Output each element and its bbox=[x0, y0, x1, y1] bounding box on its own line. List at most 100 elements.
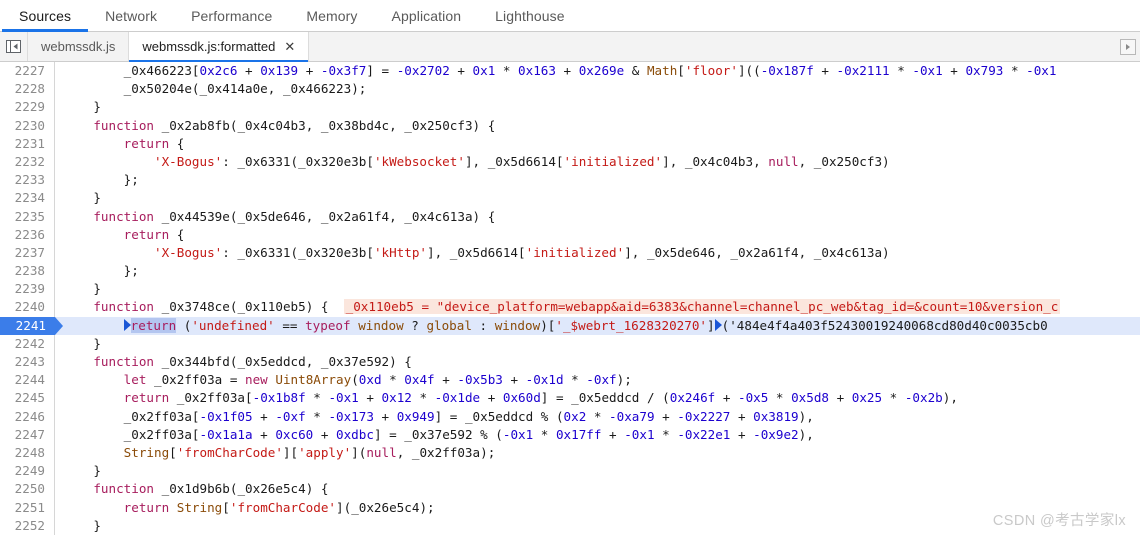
code-line[interactable]: 2230 function _0x2ab8fb(_0x4c04b3, _0x38… bbox=[0, 116, 1140, 135]
code-line-content[interactable]: } bbox=[55, 98, 1140, 116]
code-line[interactable]: 2228 _0x50204e(_0x414a0e, _0x466223); bbox=[0, 80, 1140, 99]
code-line[interactable]: 2231 return { bbox=[0, 134, 1140, 153]
code-line-content[interactable]: _0x2ff03a[-0x1a1a + 0xc60 + 0xdbc] = _0x… bbox=[55, 426, 1140, 444]
line-number[interactable]: 2227 bbox=[0, 62, 55, 81]
file-tab-label: webmssdk.js:formatted bbox=[142, 39, 276, 54]
code-line[interactable]: 2234 } bbox=[0, 189, 1140, 208]
code-line[interactable]: 2249 } bbox=[0, 462, 1140, 481]
panel-tab-application[interactable]: Application bbox=[375, 0, 479, 31]
code-line-content[interactable]: return { bbox=[55, 226, 1140, 244]
code-line-content[interactable]: function _0x344bfd(_0x5eddcd, _0x37e592)… bbox=[55, 353, 1140, 371]
code-line[interactable]: 2236 return { bbox=[0, 225, 1140, 244]
line-number[interactable]: 2240 bbox=[0, 298, 55, 317]
line-number[interactable]: 2249 bbox=[0, 462, 55, 481]
line-number[interactable]: 2237 bbox=[0, 243, 55, 263]
code-line[interactable]: 2233 }; bbox=[0, 171, 1140, 190]
file-tab-overflow[interactable] bbox=[1120, 32, 1138, 61]
code-line[interactable]: 2243 function _0x344bfd(_0x5eddcd, _0x37… bbox=[0, 353, 1140, 372]
line-number[interactable]: 2244 bbox=[0, 371, 55, 390]
code-line-content[interactable]: _0x50204e(_0x414a0e, _0x466223); bbox=[55, 80, 1140, 98]
code-line[interactable]: 2227 _0x466223[0x2c6 + 0x139 + -0x3f7] =… bbox=[0, 62, 1140, 81]
line-number[interactable]: 2235 bbox=[0, 207, 55, 226]
code-line-content[interactable]: _0x2ff03a[-0x1f05 + -0xf * -0x173 + 0x94… bbox=[55, 408, 1140, 426]
code-line-content[interactable]: String['fromCharCode']['apply'](null, _0… bbox=[55, 444, 1140, 462]
line-number[interactable]: 2248 bbox=[0, 443, 55, 463]
code-line[interactable]: 2244 let _0x2ff03a = new Uint8Array(0xd … bbox=[0, 371, 1140, 390]
panel-tab-performance[interactable]: Performance bbox=[174, 0, 289, 31]
code-line[interactable]: 2239 } bbox=[0, 280, 1140, 299]
execution-pointer-icon-2 bbox=[714, 318, 722, 331]
code-line-content[interactable]: } bbox=[55, 462, 1140, 480]
line-number[interactable]: 2234 bbox=[0, 189, 55, 208]
line-number[interactable]: 2232 bbox=[0, 152, 55, 172]
panel-tab-label: Sources bbox=[19, 7, 72, 24]
line-number[interactable]: 2228 bbox=[0, 80, 55, 99]
devtools-window: Sources Network Performance Memory Applicati… bbox=[0, 0, 1140, 536]
line-number[interactable]: 2239 bbox=[0, 280, 55, 299]
code-line-content[interactable]: 'X-Bogus': _0x6331(_0x320e3b['kHttp'], _… bbox=[55, 244, 1140, 262]
code-line-content[interactable]: _0x466223[0x2c6 + 0x139 + -0x3f7] = -0x2… bbox=[55, 62, 1140, 80]
code-line-content[interactable]: }; bbox=[55, 171, 1140, 189]
line-number[interactable]: 2233 bbox=[0, 171, 55, 190]
line-number[interactable]: 2245 bbox=[0, 389, 55, 408]
code-line[interactable]: 2250 function _0x1d9b6b(_0x26e5c4) { bbox=[0, 480, 1140, 499]
code-line-content[interactable]: function _0x1d9b6b(_0x26e5c4) { bbox=[55, 480, 1140, 498]
inline-evaluated-value: _0x110eb5 = "device_platform=webapp&aid=… bbox=[343, 299, 1061, 315]
line-number[interactable]: 2230 bbox=[0, 116, 55, 135]
panel-tab-memory[interactable]: Memory bbox=[289, 0, 374, 31]
code-line[interactable]: 2247 _0x2ff03a[-0x1a1a + 0xc60 + 0xdbc] … bbox=[0, 425, 1140, 444]
line-number[interactable]: 2242 bbox=[0, 334, 55, 353]
code-line-content[interactable]: } bbox=[55, 280, 1140, 298]
file-tab-bar: webmssdk.js webmssdk.js:formatted ✕ bbox=[0, 32, 1140, 62]
close-icon[interactable]: ✕ bbox=[284, 40, 295, 53]
line-number[interactable]: 2238 bbox=[0, 262, 55, 281]
more-tabs-icon[interactable] bbox=[1120, 38, 1136, 55]
code-line[interactable]: 2242 } bbox=[0, 334, 1140, 353]
line-number[interactable]: 2252 bbox=[0, 516, 55, 535]
code-line[interactable]: 2235 function _0x44539e(_0x5de646, _0x2a… bbox=[0, 207, 1140, 226]
code-line-content[interactable]: function _0x3748ce(_0x110eb5) { _0x110eb… bbox=[55, 298, 1140, 316]
line-number[interactable]: 2231 bbox=[0, 134, 55, 153]
line-number[interactable]: 2246 bbox=[0, 407, 55, 426]
code-line-content[interactable]: } bbox=[55, 335, 1140, 353]
paused-keyword: return bbox=[130, 317, 177, 333]
file-tab-list: webmssdk.js webmssdk.js:formatted ✕ bbox=[28, 32, 310, 62]
line-number[interactable]: 2250 bbox=[0, 480, 55, 499]
code-line-content[interactable]: return String['fromCharCode'](_0x26e5c4)… bbox=[55, 499, 1140, 517]
code-line-content[interactable]: } bbox=[55, 517, 1140, 535]
code-line[interactable]: 2245 return _0x2ff03a[-0x1b8f * -0x1 + 0… bbox=[0, 389, 1140, 408]
code-line[interactable]: 2238 }; bbox=[0, 262, 1140, 281]
code-line[interactable]: 2248 String['fromCharCode']['apply'](nul… bbox=[0, 443, 1140, 463]
line-number[interactable]: 2241 bbox=[0, 316, 63, 335]
code-line[interactable]: 2229 } bbox=[0, 98, 1140, 117]
panel-tab-sources[interactable]: Sources bbox=[2, 0, 89, 32]
line-number[interactable]: 2236 bbox=[0, 225, 55, 244]
code-line-content[interactable]: return _0x2ff03a[-0x1b8f * -0x1 + 0x12 *… bbox=[55, 389, 1140, 407]
code-line-content[interactable]: function _0x2ab8fb(_0x4c04b3, _0x38bd4c,… bbox=[55, 117, 1140, 135]
file-tab-webmssdk-js-formatted[interactable]: webmssdk.js:formatted ✕ bbox=[129, 32, 310, 62]
line-number[interactable]: 2229 bbox=[0, 98, 55, 117]
code-lines[interactable]: 2227 _0x466223[0x2c6 + 0x139 + -0x3f7] =… bbox=[0, 62, 1140, 535]
source-code-editor[interactable]: 2227 _0x466223[0x2c6 + 0x139 + -0x3f7] =… bbox=[0, 62, 1140, 536]
code-line[interactable]: 2237 'X-Bogus': _0x6331(_0x320e3b['kHttp… bbox=[0, 243, 1140, 263]
panel-collapse-icon[interactable] bbox=[0, 32, 28, 61]
code-line[interactable]: 2240 function _0x3748ce(_0x110eb5) { _0x… bbox=[0, 298, 1140, 317]
code-line[interactable]: 2241 return ('undefined' == typeof windo… bbox=[0, 316, 1140, 335]
code-line-content[interactable]: function _0x44539e(_0x5de646, _0x2a61f4,… bbox=[55, 208, 1140, 226]
code-line[interactable]: 2251 return String['fromCharCode'](_0x26… bbox=[0, 498, 1140, 517]
code-line[interactable]: 2232 'X-Bogus': _0x6331(_0x320e3b['kWebs… bbox=[0, 152, 1140, 172]
code-line-content[interactable]: }; bbox=[55, 262, 1140, 280]
code-line[interactable]: 2246 _0x2ff03a[-0x1f05 + -0xf * -0x173 +… bbox=[0, 407, 1140, 426]
file-tab-webmssdk-js[interactable]: webmssdk.js bbox=[28, 32, 130, 61]
code-line[interactable]: 2252 } bbox=[0, 516, 1140, 535]
line-number[interactable]: 2251 bbox=[0, 498, 55, 517]
panel-tab-lighthouse[interactable]: Lighthouse bbox=[478, 0, 582, 31]
code-line-content[interactable]: let _0x2ff03a = new Uint8Array(0xd * 0x4… bbox=[55, 371, 1140, 389]
code-line-content[interactable]: } bbox=[55, 189, 1140, 207]
code-line-content[interactable]: return ('undefined' == typeof window ? g… bbox=[55, 316, 1140, 335]
line-number[interactable]: 2247 bbox=[0, 425, 55, 444]
code-line-content[interactable]: return { bbox=[55, 135, 1140, 153]
code-line-content[interactable]: 'X-Bogus': _0x6331(_0x320e3b['kWebsocket… bbox=[55, 153, 1140, 171]
panel-tab-network[interactable]: Network bbox=[88, 0, 174, 31]
line-number[interactable]: 2243 bbox=[0, 353, 55, 372]
